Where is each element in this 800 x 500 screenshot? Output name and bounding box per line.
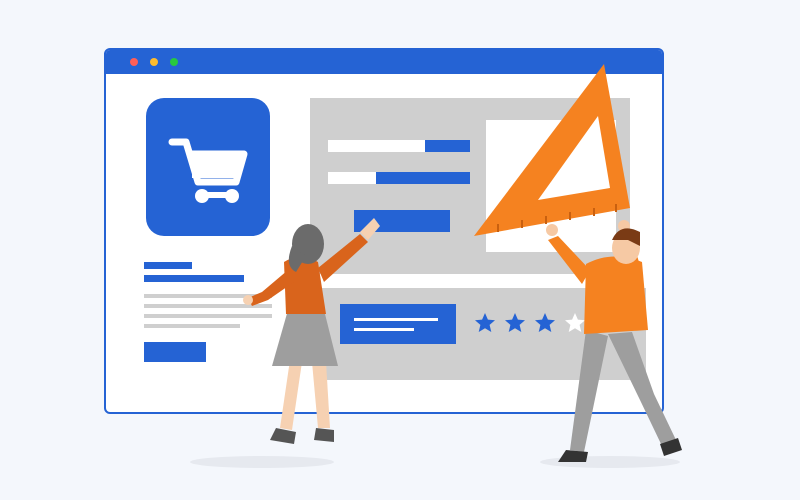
review-card[interactable] [340, 304, 456, 344]
product-title-bar-short [144, 262, 192, 269]
review-panel [316, 288, 646, 380]
description-line-2 [144, 304, 272, 308]
star-icon[interactable] [564, 312, 586, 334]
star-icon[interactable] [594, 312, 616, 334]
review-line-2 [354, 328, 414, 331]
star-icon[interactable] [474, 312, 496, 334]
form-field-2-fill [376, 172, 470, 184]
add-to-cart-button[interactable] [144, 342, 206, 362]
product-image-placeholder [486, 120, 616, 252]
browser-window [104, 48, 664, 414]
window-maximize-dot[interactable] [170, 58, 178, 66]
window-titlebar [106, 50, 662, 74]
product-title-bar-long [144, 275, 244, 282]
shop-app-tile[interactable] [146, 98, 270, 236]
window-close-dot[interactable] [130, 58, 138, 66]
description-line-3 [144, 314, 272, 318]
product-detail-panel [310, 98, 630, 274]
shadow-right [540, 456, 680, 468]
star-icon[interactable] [504, 312, 526, 334]
form-field-1[interactable] [328, 140, 470, 152]
window-minimize-dot[interactable] [150, 58, 158, 66]
shopping-cart-icon [168, 138, 248, 203]
review-line-1 [354, 318, 438, 321]
star-rating[interactable] [474, 312, 616, 334]
description-line-1 [144, 294, 272, 298]
description-line-4 [144, 324, 240, 328]
illustration-stage [0, 0, 800, 500]
form-field-2[interactable] [328, 172, 470, 184]
star-icon[interactable] [534, 312, 556, 334]
submit-button[interactable] [354, 210, 450, 232]
shadow-left [190, 456, 334, 468]
form-field-1-fill [424, 140, 470, 152]
